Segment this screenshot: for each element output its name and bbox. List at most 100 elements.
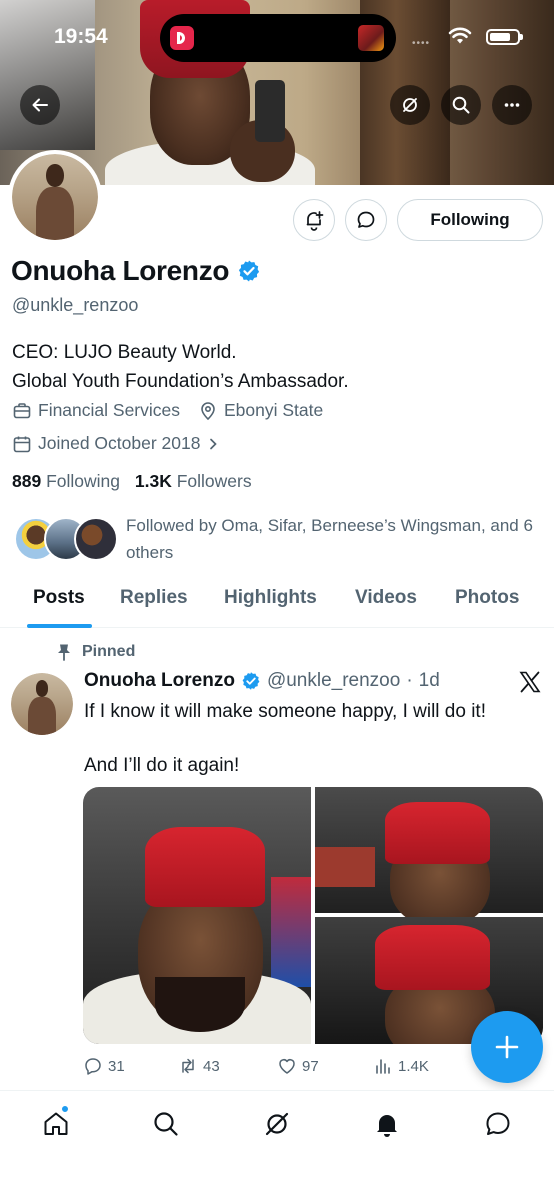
chevron-right-icon xyxy=(210,438,218,449)
reply-button[interactable]: 31 xyxy=(83,1056,125,1076)
profile-joined-row[interactable]: Joined October 2018 xyxy=(12,433,220,454)
search-button[interactable] xyxy=(441,85,481,125)
grok-icon[interactable] xyxy=(262,1109,292,1139)
following-label: Following xyxy=(46,471,121,491)
heart-icon xyxy=(279,1059,295,1074)
following-button[interactable]: Following xyxy=(397,199,543,241)
profile-category: Financial Services xyxy=(38,400,180,420)
wifi-icon xyxy=(448,27,472,44)
bell-plus-icon xyxy=(306,211,324,231)
tweet-photo[interactable] xyxy=(83,787,311,1044)
tweet-author-handle: @unkle_renzoo xyxy=(266,670,401,691)
verified-badge-icon xyxy=(242,672,260,690)
profile-bio: CEO: LUJO Beauty World. Global Youth Fou… xyxy=(12,338,349,396)
reply-icon xyxy=(85,1058,101,1075)
plus-icon xyxy=(495,1035,519,1059)
following-count-link[interactable]: 889 Following xyxy=(12,471,120,491)
avatar-face xyxy=(46,164,64,187)
notifications-bell-icon[interactable] xyxy=(372,1109,402,1139)
grok-button[interactable] xyxy=(390,85,430,125)
photo-window xyxy=(315,847,375,887)
search-icon[interactable] xyxy=(151,1109,181,1139)
location-pin-icon xyxy=(201,401,215,420)
tab-posts[interactable]: Posts xyxy=(33,587,85,609)
tab-replies[interactable]: Replies xyxy=(120,587,188,609)
x-logo-icon[interactable] xyxy=(518,670,542,694)
arrow-left-icon xyxy=(32,98,48,112)
pinned-label: Pinned xyxy=(82,643,136,660)
calendar-icon xyxy=(13,436,31,452)
avatar-suit xyxy=(36,186,74,240)
pin-icon xyxy=(58,644,70,661)
banner-phone xyxy=(255,80,285,142)
profile-avatar[interactable] xyxy=(8,150,102,244)
chat-bubble-icon xyxy=(357,211,375,228)
tweet-author-avatar[interactable] xyxy=(11,673,73,735)
followers-count-link[interactable]: 1.3K Followers xyxy=(135,471,252,491)
notify-button[interactable] xyxy=(293,199,335,241)
photo-background-sign xyxy=(271,877,311,987)
profile-location: Ebonyi State xyxy=(224,400,324,420)
photo-red-cap xyxy=(145,827,265,907)
photo-red-cap xyxy=(375,925,490,990)
tweet-text: If I know it will make someone happy, I … xyxy=(84,701,486,776)
views-button[interactable]: 1.4K xyxy=(373,1056,429,1076)
reply-count: 31 xyxy=(108,1057,125,1075)
tweet-header: Onuoha Lorenzo @unkle_renzoo · 1d xyxy=(84,670,440,692)
cellular-signal-icon: •••• xyxy=(412,38,431,49)
avatar-photo xyxy=(11,673,73,735)
profile-name: Onuoha Lorenzo xyxy=(11,255,230,286)
status-time: 19:54 xyxy=(54,25,108,48)
messages-icon[interactable] xyxy=(483,1109,513,1139)
profile-meta-row: Financial Services Ebonyi State xyxy=(12,400,323,421)
tweet-photo[interactable] xyxy=(315,787,543,927)
more-icon xyxy=(504,103,520,107)
photo-beard xyxy=(155,977,245,1032)
like-count: 97 xyxy=(302,1057,319,1075)
bio-line: CEO: LUJO Beauty World. xyxy=(12,342,237,363)
bio-line: Global Youth Foundation’s Ambassador. xyxy=(12,371,349,392)
views-chart-icon xyxy=(376,1059,390,1074)
view-count: 1.4K xyxy=(398,1057,429,1075)
followed-by-text[interactable]: Followed by Oma, Sifar, Berneese’s Wings… xyxy=(126,512,536,566)
more-button[interactable] xyxy=(492,85,532,125)
dynamic-island-app-icon xyxy=(170,26,194,50)
avatar-suit xyxy=(28,696,56,735)
dynamic-island[interactable] xyxy=(160,14,396,62)
home-notification-dot xyxy=(61,1105,69,1113)
avatar xyxy=(74,517,118,561)
bottom-navigation xyxy=(0,1090,554,1200)
tab-highlights[interactable]: Highlights xyxy=(224,587,317,609)
profile-joined: Joined October 2018 xyxy=(38,433,201,453)
compose-post-button[interactable] xyxy=(471,1011,543,1083)
verified-badge-icon[interactable] xyxy=(237,259,261,283)
briefcase-icon xyxy=(13,402,31,418)
tab-videos[interactable]: Videos xyxy=(355,587,417,609)
repost-button[interactable]: 43 xyxy=(178,1056,220,1076)
battery-icon xyxy=(486,29,523,45)
tweet-author-name[interactable]: Onuoha Lorenzo xyxy=(84,670,235,692)
tweet-media-grid[interactable] xyxy=(83,787,543,1044)
tweet-time[interactable]: 1d xyxy=(419,670,440,692)
profile-tabs: Posts Replies Highlights Videos Photos xyxy=(0,581,554,628)
profile-name-row: Onuoha Lorenzo xyxy=(11,255,261,287)
back-button[interactable] xyxy=(20,85,60,125)
followed-by-avatars[interactable] xyxy=(14,517,118,563)
avatar-photo xyxy=(12,154,98,240)
followers-label: Followers xyxy=(176,471,252,491)
tab-photos[interactable]: Photos xyxy=(455,587,519,609)
followers-count: 1.3K xyxy=(134,471,172,491)
following-count: 889 xyxy=(12,471,42,491)
photo-red-cap xyxy=(385,802,490,864)
message-button[interactable] xyxy=(345,199,387,241)
dynamic-island-media-icon xyxy=(358,25,384,51)
search-icon xyxy=(452,96,470,114)
repost-icon xyxy=(182,1058,194,1074)
home-icon[interactable] xyxy=(41,1109,71,1139)
avatar-face xyxy=(35,680,49,697)
banner-poster xyxy=(0,0,95,150)
active-tab-indicator xyxy=(27,624,92,628)
profile-handle: @unkle_renzoo xyxy=(12,295,139,315)
tweet-actions: 31 43 97 1.4K xyxy=(83,1056,483,1080)
like-button[interactable]: 97 xyxy=(277,1056,319,1076)
